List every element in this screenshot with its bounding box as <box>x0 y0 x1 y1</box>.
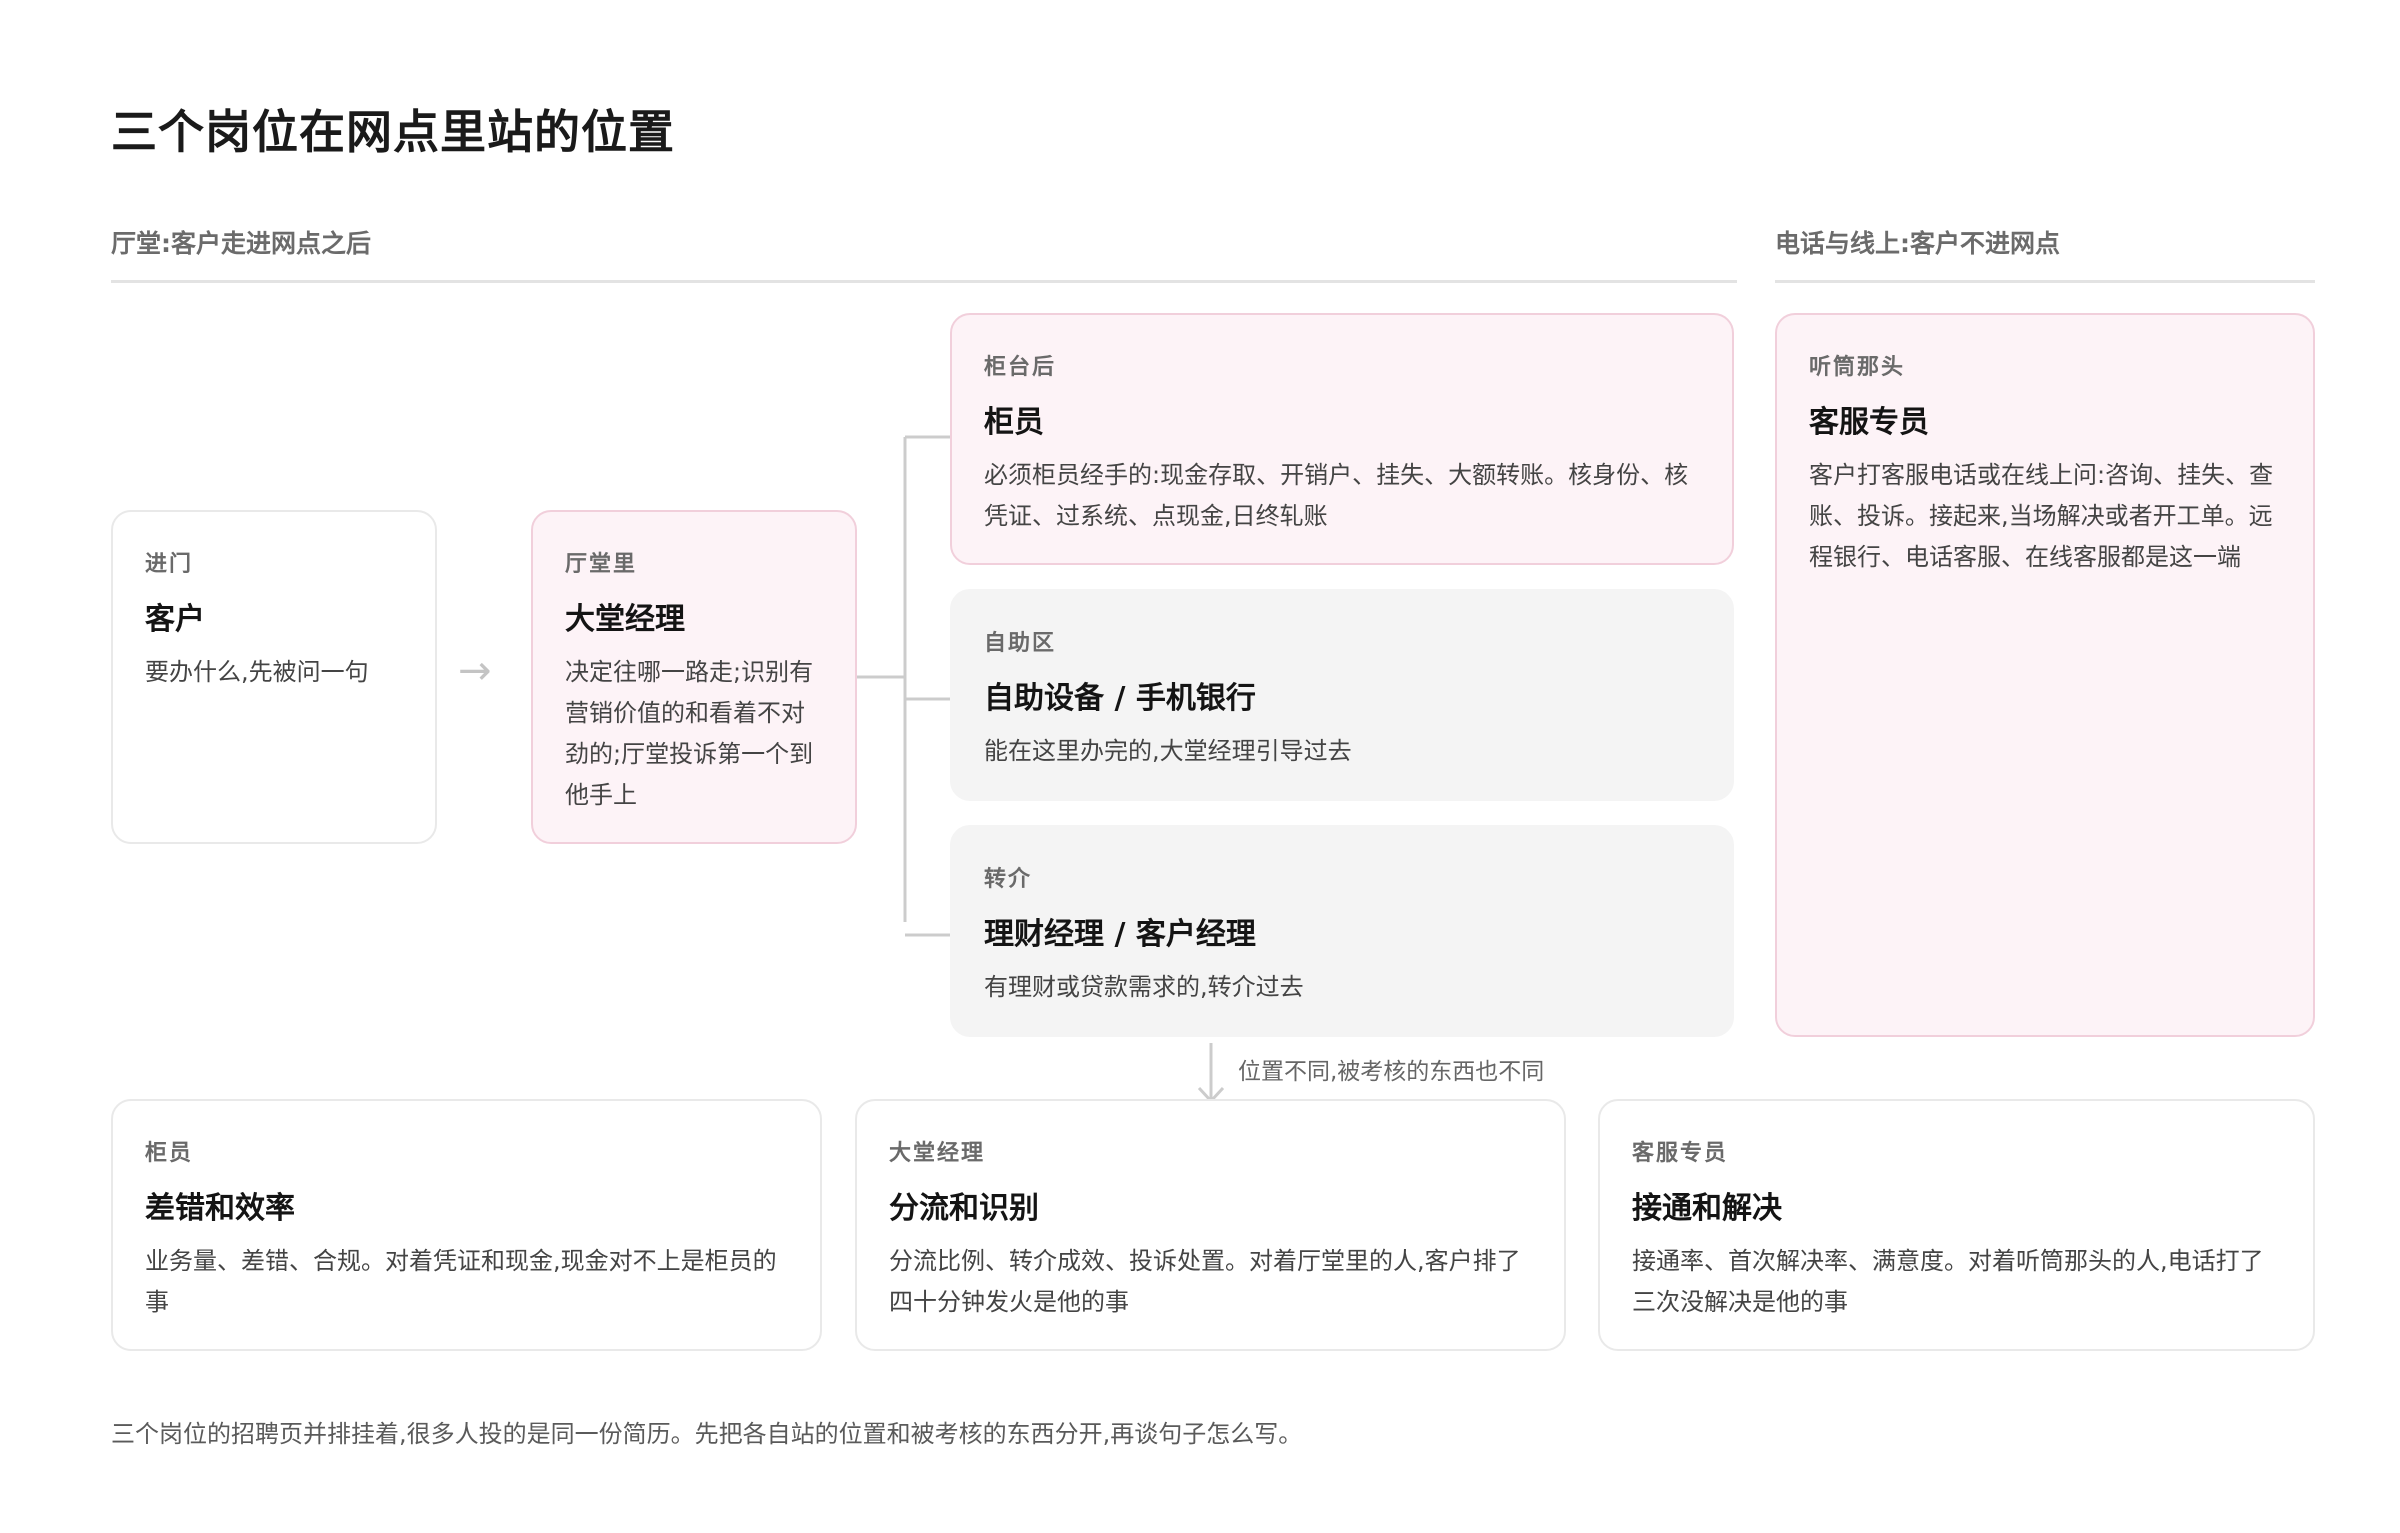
kpi-title: 接通和解决 <box>1632 1191 1782 1226</box>
arrow-right-icon: → <box>458 648 492 694</box>
self-service-eyebrow: 自助区 <box>984 631 1057 656</box>
kpi-title: 分流和识别 <box>889 1191 1039 1226</box>
kpi-card-lobby-manager: 大堂经理 分流和识别 分流比例、转介成效、投诉处置。对着厅堂里的人,客户排了四十… <box>855 1099 1566 1351</box>
lobby-manager-card: 厅堂里 大堂经理 决定往哪一路走;识别有营销价值的和看着不对劲的;厅堂投诉第一个… <box>531 510 857 844</box>
footer-note: 三个岗位的招聘页并排挂着,很多人投的是同一份简历。先把各自站的位置和被考核的东西… <box>111 1420 1303 1448</box>
referral-eyebrow: 转介 <box>984 867 1033 892</box>
teller-desc: 必须柜员经手的:现金存取、开销户、挂失、大额转账。核身份、核凭证、过系统、点现金… <box>984 461 1689 530</box>
teller-card: 柜台后 柜员 必须柜员经手的:现金存取、开销户、挂失、大额转账。核身份、核凭证、… <box>950 313 1734 565</box>
service-rep-card: 听筒那头 客服专员 客户打客服电话或在线上问:咨询、挂失、查账、投诉。接起来,当… <box>1775 313 2315 1037</box>
kpi-eyebrow: 客服专员 <box>1632 1141 1729 1166</box>
kpi-eyebrow: 柜员 <box>145 1141 194 1166</box>
kpi-eyebrow: 大堂经理 <box>889 1141 986 1166</box>
customer-eyebrow: 进门 <box>145 552 194 577</box>
transition-note: 位置不同,被考核的东西也不同 <box>1238 1059 1545 1085</box>
kpi-desc: 业务量、差错、合规。对着凭证和现金,现金对不上是柜员的事 <box>145 1247 777 1316</box>
lobby-manager-desc: 决定往哪一路走;识别有营销价值的和看着不对劲的;厅堂投诉第一个到他手上 <box>565 658 814 809</box>
teller-title: 柜员 <box>984 405 1044 440</box>
service-rep-title: 客服专员 <box>1809 405 1929 440</box>
kpi-card-service-rep: 客服专员 接通和解决 接通率、首次解决率、满意度。对着听筒那头的人,电话打了三次… <box>1598 1099 2315 1351</box>
self-service-card: 自助区 自助设备 / 手机银行 能在这里办完的,大堂经理引导过去 <box>950 589 1734 801</box>
referral-desc: 有理财或贷款需求的,转介过去 <box>984 973 1304 1001</box>
self-service-title: 自助设备 / 手机银行 <box>984 681 1256 716</box>
kpi-title: 差错和效率 <box>145 1191 295 1226</box>
service-rep-desc: 客户打客服电话或在线上问:咨询、挂失、查账、投诉。接起来,当场解决或者开工单。远… <box>1809 461 2274 571</box>
lobby-manager-title: 大堂经理 <box>565 602 685 637</box>
referral-card: 转介 理财经理 / 客户经理 有理财或贷款需求的,转介过去 <box>950 825 1734 1037</box>
kpi-card-teller: 柜员 差错和效率 业务量、差错、合规。对着凭证和现金,现金对不上是柜员的事 <box>111 1099 822 1351</box>
service-rep-eyebrow: 听筒那头 <box>1809 355 1906 380</box>
customer-card: 进门 客户 要办什么,先被问一句 <box>111 510 437 844</box>
kpi-desc: 分流比例、转介成效、投诉处置。对着厅堂里的人,客户排了四十分钟发火是他的事 <box>889 1247 1521 1316</box>
customer-title: 客户 <box>145 602 205 637</box>
lobby-manager-eyebrow: 厅堂里 <box>565 552 638 577</box>
self-service-desc: 能在这里办完的,大堂经理引导过去 <box>984 737 1352 765</box>
teller-eyebrow: 柜台后 <box>984 355 1057 380</box>
kpi-desc: 接通率、首次解决率、满意度。对着听筒那头的人,电话打了三次没解决是他的事 <box>1632 1247 2264 1316</box>
referral-title: 理财经理 / 客户经理 <box>984 917 1256 952</box>
customer-desc: 要办什么,先被问一句 <box>145 658 369 686</box>
